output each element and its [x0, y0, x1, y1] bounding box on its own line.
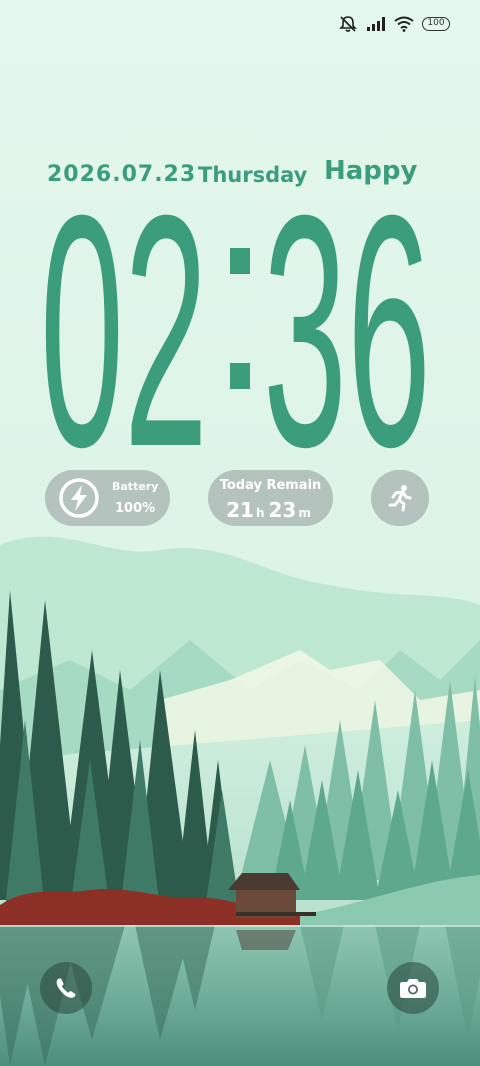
status-bar: 100 [338, 14, 450, 34]
today-remain-label: Today Remain [219, 478, 322, 493]
clock-hours: 02 [40, 183, 208, 453]
activity-widget[interactable] [371, 470, 429, 526]
clock-minutes: 36 [263, 183, 431, 453]
battery-indicator: 100 [422, 17, 450, 31]
lightning-bolt-icon [59, 478, 99, 518]
remain-hours: 21 [226, 498, 254, 522]
battery-label: Battery [112, 480, 159, 493]
signal-icon [367, 17, 385, 31]
battery-widget[interactable]: Battery 100% [45, 470, 170, 526]
today-remain-value: 21 h 23 m [208, 498, 333, 522]
phone-icon [56, 978, 76, 998]
phone-shortcut-button[interactable] [40, 962, 92, 1014]
today-remain-widget[interactable]: Today Remain 21 h 23 m [208, 470, 333, 526]
clock-colon-bottom [230, 363, 250, 389]
greeting-text: Happy [324, 156, 418, 186]
running-icon [388, 485, 412, 512]
remain-minutes: 23 [268, 498, 297, 522]
camera-shortcut-button[interactable] [387, 962, 439, 1014]
remain-minutes-unit: m [298, 506, 311, 520]
remain-hours-unit: h [255, 506, 265, 520]
wifi-icon [394, 16, 414, 32]
mute-icon [339, 16, 357, 32]
camera-icon [400, 979, 426, 998]
battery-value: 100% [115, 501, 156, 516]
clock-colon-top [230, 248, 250, 274]
lock-clock: 02 36 [40, 183, 431, 453]
